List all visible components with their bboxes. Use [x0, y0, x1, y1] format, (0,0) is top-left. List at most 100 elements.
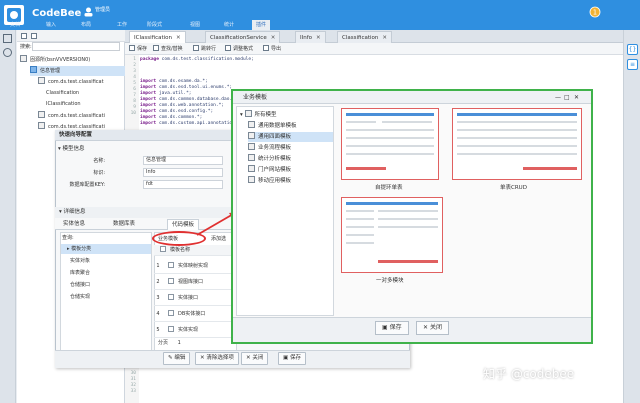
- mobile-icon: [248, 176, 255, 183]
- biz-save-button[interactable]: ▣ 保存: [375, 321, 409, 335]
- tab-db-table[interactable]: 数据库表: [109, 219, 139, 230]
- format-icon: [225, 45, 231, 51]
- tree-search-input[interactable]: [32, 42, 120, 51]
- menu-item[interactable]: 布局: [81, 20, 91, 30]
- line-number: 2: [133, 63, 136, 68]
- template-thumbnail[interactable]: [452, 108, 582, 180]
- save-button[interactable]: 保存: [129, 45, 147, 53]
- close-icon[interactable]: ✕: [382, 35, 387, 41]
- tree-node-interface[interactable]: IClassification: [46, 99, 81, 109]
- page-number[interactable]: 1: [178, 340, 181, 346]
- category-template-class[interactable]: ▸ 模板分类: [61, 244, 151, 254]
- settings-icon[interactable]: [3, 48, 12, 57]
- save-button[interactable]: ▣ 保存: [278, 352, 306, 365]
- template-type-stats[interactable]: 统计分析模板: [248, 154, 291, 164]
- tab-classification[interactable]: Classification ✕: [337, 31, 393, 43]
- menu-item[interactable]: 统计: [224, 20, 234, 30]
- code-line: import com.ds.common.*;: [140, 115, 202, 120]
- goto-line-label: 跳转行: [201, 46, 217, 52]
- close-button[interactable]: ✕ 关闭: [241, 352, 269, 365]
- row-number: 2: [156, 279, 160, 285]
- close-icon[interactable]: ✕: [176, 35, 181, 41]
- code-line: import com.ds.esd.tool.ui.enums.*;: [140, 85, 232, 90]
- template-type-portal[interactable]: 门户网站模板: [248, 165, 291, 175]
- row-label: DB实体接口: [178, 311, 206, 317]
- refresh-icon[interactable]: [21, 33, 27, 39]
- template-thumbnail[interactable]: [341, 108, 439, 180]
- table-row[interactable]: 3 实体接口: [154, 290, 237, 306]
- row-checkbox[interactable]: [168, 278, 174, 284]
- template-type-flow[interactable]: 业务流程模板: [248, 143, 291, 153]
- outline-icon[interactable]: ≡: [627, 59, 638, 70]
- tree-node-label: Classification: [46, 90, 80, 96]
- template-type-general[interactable]: 通用四面模板: [248, 132, 333, 142]
- table-row[interactable]: 2 视图库接口: [154, 274, 237, 290]
- thumb-line: [457, 145, 577, 147]
- row-checkbox[interactable]: [168, 326, 174, 332]
- template-type-mobile[interactable]: 移动应用模板: [248, 176, 291, 186]
- close-icon[interactable]: ✕: [574, 91, 579, 104]
- goto-line-button[interactable]: 跳转行: [193, 45, 216, 53]
- row-checkbox[interactable]: [168, 310, 174, 316]
- tree-node-root[interactable]: 固源所(bsnVVVERSION0): [20, 55, 90, 65]
- folder-icon: [244, 110, 252, 117]
- maximize-icon[interactable]: □: [564, 91, 570, 104]
- menu-item[interactable]: 视图: [190, 20, 200, 30]
- tab-iclassification[interactable]: IClassification ✕: [129, 31, 186, 43]
- code-keyword: import: [140, 109, 157, 114]
- tree-node-package[interactable]: com.ds.test.classificati: [38, 111, 105, 121]
- code-keyword: import: [140, 97, 157, 102]
- menu-item[interactable]: 文档: [10, 20, 20, 30]
- tree-node-selected[interactable]: 信息管理: [30, 66, 125, 76]
- template-thumbnail[interactable]: [341, 197, 443, 273]
- category-table-agg[interactable]: 库表聚合: [70, 268, 90, 278]
- table-row[interactable]: 5 实体实现: [154, 322, 237, 338]
- row-label: 视图库接口: [178, 279, 204, 285]
- category-label: 仓储接口: [70, 282, 91, 288]
- user-icon[interactable]: [83, 6, 94, 17]
- code-line: package com.ds.test.classification.modul…: [140, 57, 254, 62]
- menu-item-active[interactable]: 插件: [252, 20, 271, 30]
- close-icon[interactable]: ✕: [316, 35, 321, 41]
- tab-entity-info[interactable]: 实体信息: [59, 219, 89, 230]
- thumb-header: [346, 202, 438, 205]
- table-row[interactable]: 4 DB实体接口: [154, 306, 237, 322]
- biz-close-button[interactable]: ✕ 关闭: [416, 321, 449, 335]
- alert-icon[interactable]: 1: [589, 6, 601, 18]
- menu-item[interactable]: 工作: [117, 20, 127, 30]
- collapse-icon[interactable]: [31, 33, 37, 39]
- edit-button[interactable]: ✎ 编辑: [163, 352, 191, 365]
- tree-node-package[interactable]: com.ds.test.classificat: [38, 77, 104, 87]
- template-type-all[interactable]: ▾ 所有模型: [240, 110, 277, 120]
- grid-header: 模板名称: [154, 245, 237, 256]
- row-checkbox[interactable]: [168, 262, 174, 268]
- id-label: 标识:: [93, 170, 105, 176]
- tab-classificationservice[interactable]: ClassificationService ✕: [205, 31, 281, 43]
- format-button[interactable]: 调整格式: [225, 45, 253, 53]
- find-replace-button[interactable]: 查找/替换: [153, 45, 183, 53]
- template-type-form[interactable]: 通用数据单模板: [248, 121, 297, 131]
- menu-item[interactable]: 阶段式: [147, 20, 162, 30]
- thumb-line: [346, 234, 374, 236]
- search-icon: [153, 45, 159, 51]
- minimize-icon[interactable]: —: [555, 91, 561, 104]
- row-checkbox[interactable]: [168, 294, 174, 300]
- clear-selection-button[interactable]: ✕ 清除选择项: [195, 352, 239, 365]
- close-icon[interactable]: ✕: [271, 35, 276, 41]
- category-entity[interactable]: 实体对象: [70, 256, 90, 266]
- thumbnail-caption: 自提环单表: [375, 185, 403, 191]
- explorer-icon[interactable]: [3, 34, 12, 43]
- table-row[interactable]: 1 实体映射实现: [154, 258, 237, 274]
- tree-node-class[interactable]: Classification: [46, 88, 79, 98]
- code-text: com.ds.test.classification.module;: [158, 57, 254, 62]
- tab-iinfo[interactable]: IInfo ✕: [295, 31, 326, 43]
- code-braces-icon[interactable]: {}: [627, 44, 638, 55]
- menu-item[interactable]: 输入: [46, 20, 56, 30]
- select-all-checkbox[interactable]: [160, 246, 166, 252]
- biz-close-label: 关闭: [429, 324, 442, 331]
- export-button[interactable]: 导出: [263, 45, 281, 53]
- category-repo-if[interactable]: 仓储接口: [70, 280, 90, 290]
- category-repo-impl[interactable]: 仓储实现: [70, 292, 90, 302]
- user-name[interactable]: 管理员: [95, 6, 110, 13]
- template-type-label: 统计分析模板: [258, 156, 292, 162]
